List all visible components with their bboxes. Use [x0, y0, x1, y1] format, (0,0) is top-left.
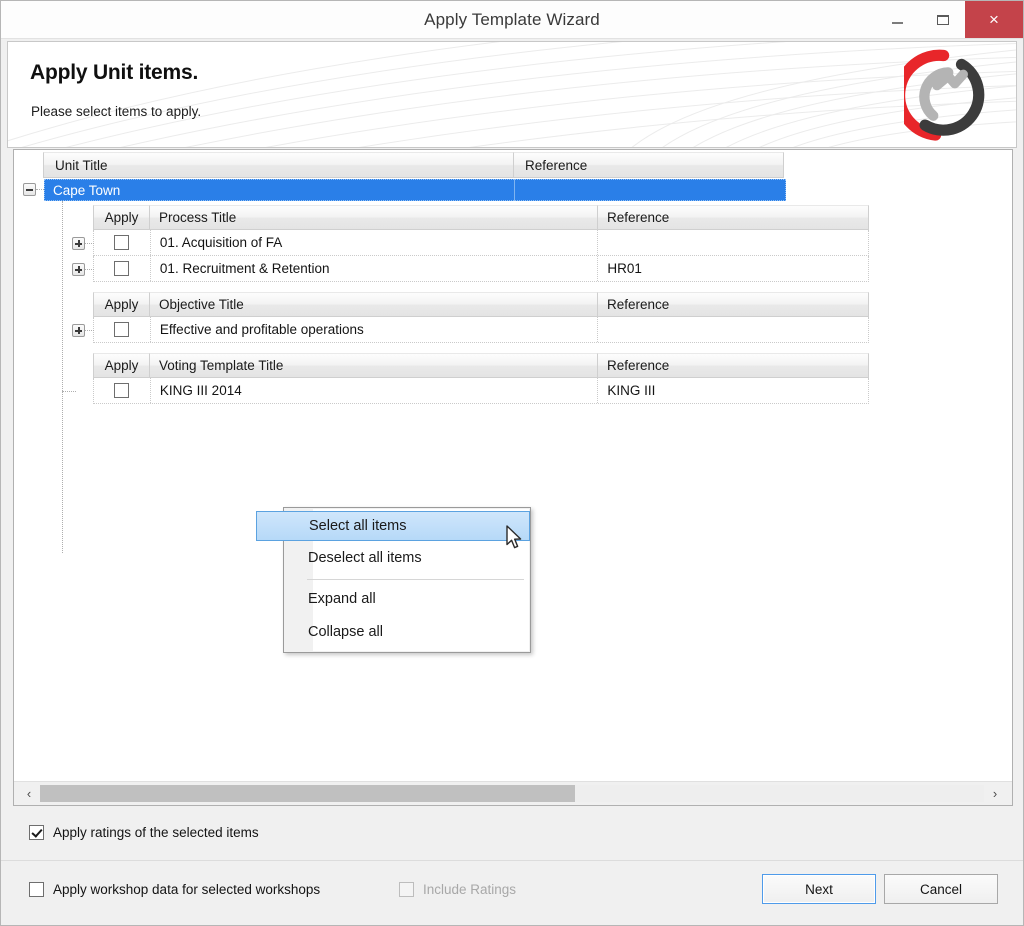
menu-separator: [307, 579, 524, 580]
include-ratings-checkbox: [399, 882, 414, 897]
tree-connector: [62, 391, 76, 393]
cancel-button[interactable]: Cancel: [884, 874, 998, 904]
company-logo-icon: [904, 49, 985, 141]
minimize-button[interactable]: [875, 1, 920, 38]
menu-item-collapse-all[interactable]: Collapse all: [256, 617, 530, 647]
menu-item-label: Collapse all: [308, 624, 383, 640]
root-row-divider: [514, 179, 515, 201]
scroll-right-arrow-icon[interactable]: ›: [984, 782, 1006, 805]
tree-connector: [85, 330, 94, 332]
apply-workshop-row[interactable]: Apply workshop data for selected worksho…: [29, 882, 320, 897]
group-voting-template: Apply Voting Template Title Reference KI…: [93, 353, 869, 404]
menu-item-label: Expand all: [308, 591, 376, 607]
row-expander-plus-icon[interactable]: [72, 237, 85, 250]
footer: Apply ratings of the selected items Appl…: [1, 807, 1023, 925]
menu-item-label: Deselect all items: [308, 550, 422, 566]
items-tree-panel: Unit Title Reference Cape Town Apply Pro…: [13, 149, 1013, 806]
row-checkbox[interactable]: [114, 235, 130, 250]
menu-item-expand-all[interactable]: Expand all: [256, 584, 530, 614]
row-checkbox[interactable]: [114, 383, 130, 398]
table-row[interactable]: 01. Recruitment & Retention HR01: [93, 256, 869, 282]
apply-ratings-checkbox[interactable]: [29, 825, 44, 840]
wizard-banner: Apply Unit items. Please select items to…: [7, 41, 1017, 148]
column-header-voting-reference[interactable]: Reference: [598, 353, 869, 378]
row-reference: HR01: [607, 261, 642, 276]
apply-cell: [94, 378, 151, 403]
group-voting-headers: Apply Voting Template Title Reference: [93, 353, 869, 378]
apply-ratings-row[interactable]: Apply ratings of the selected items: [29, 825, 259, 840]
table-row[interactable]: 01. Acquisition of FA: [93, 230, 869, 256]
row-title: Effective and profitable operations: [151, 317, 599, 342]
column-header-objective-reference[interactable]: Reference: [598, 292, 869, 317]
tree-trunk-line: [62, 201, 64, 553]
tree-connector: [36, 189, 44, 191]
column-header-process-reference[interactable]: Reference: [598, 205, 869, 230]
horizontal-scrollbar[interactable]: ‹ ›: [14, 781, 1012, 805]
menu-item-deselect-all[interactable]: Deselect all items: [256, 543, 530, 573]
apply-cell: [94, 256, 151, 281]
tree-scroll-area[interactable]: Unit Title Reference Cape Town Apply Pro…: [14, 150, 1012, 781]
column-header-objective-title[interactable]: Objective Title: [150, 292, 598, 317]
row-title: 01. Acquisition of FA: [151, 230, 599, 255]
apply-cell: [94, 317, 151, 342]
maximize-button[interactable]: [920, 1, 965, 38]
column-header-apply[interactable]: Apply: [93, 205, 150, 230]
root-expander-minus-icon[interactable]: [23, 183, 36, 196]
apply-cell: [94, 230, 151, 255]
group-process-headers: Apply Process Title Reference: [93, 205, 869, 230]
apply-ratings-label: Apply ratings of the selected items: [53, 825, 259, 840]
row-reference: KING III: [607, 383, 656, 398]
row-expander-plus-icon[interactable]: [72, 263, 85, 276]
row-title: 01. Recruitment & Retention: [151, 256, 599, 281]
minimize-icon: [892, 22, 903, 24]
row-title: KING III 2014: [151, 378, 599, 403]
page-title: Apply Unit items.: [30, 61, 199, 84]
row-reference: [598, 317, 868, 342]
title-bar: Apply Template Wizard ×: [1, 1, 1023, 39]
root-row-label: Cape Town: [53, 182, 121, 198]
scrollbar-thumb[interactable]: [40, 785, 575, 802]
table-row[interactable]: Effective and profitable operations: [93, 317, 869, 343]
tree-connector: [85, 269, 94, 271]
row-checkbox[interactable]: [114, 322, 130, 337]
menu-item-label: Select all items: [309, 518, 407, 534]
row-checkbox[interactable]: [114, 261, 130, 276]
maximize-icon: [936, 14, 949, 25]
apply-template-wizard-window: Apply Template Wizard × Apply Unit items…: [0, 0, 1024, 926]
group-objective-headers: Apply Objective Title Reference: [93, 292, 869, 317]
column-header-process-title[interactable]: Process Title: [150, 205, 598, 230]
column-header-reference[interactable]: Reference: [514, 152, 784, 178]
window-controls: ×: [875, 1, 1023, 38]
column-header-voting-template-title[interactable]: Voting Template Title: [150, 353, 598, 378]
menu-item-select-all[interactable]: Select all items: [256, 511, 530, 541]
row-reference: [598, 230, 868, 255]
next-button[interactable]: Next: [762, 874, 876, 904]
scroll-left-arrow-icon[interactable]: ‹: [18, 782, 40, 805]
tree-connector: [85, 243, 94, 245]
tree-root-row[interactable]: Cape Town: [44, 179, 786, 201]
include-ratings-row: Include Ratings: [399, 882, 516, 897]
window-title: Apply Template Wizard: [424, 10, 600, 29]
root-column-headers: Unit Title Reference: [43, 152, 784, 178]
table-row[interactable]: KING III 2014 KING III: [93, 378, 869, 404]
column-header-unit-title[interactable]: Unit Title: [43, 152, 514, 178]
apply-workshop-label: Apply workshop data for selected worksho…: [53, 882, 321, 897]
column-header-apply[interactable]: Apply: [93, 292, 150, 317]
group-objective: Apply Objective Title Reference Effectiv…: [93, 292, 869, 343]
group-process: Apply Process Title Reference 01. Acquis…: [93, 205, 869, 282]
close-button[interactable]: ×: [965, 1, 1023, 38]
apply-workshop-checkbox[interactable]: [29, 882, 44, 897]
banner-watermark: [8, 42, 1016, 147]
context-menu-items: Select all items Deselect all items Expa…: [256, 509, 530, 652]
include-ratings-label: Include Ratings: [423, 882, 517, 897]
page-subtitle: Please select items to apply.: [31, 104, 202, 119]
context-menu[interactable]: Select all items Deselect all items Expa…: [256, 507, 531, 653]
footer-divider: [1, 860, 1023, 861]
row-expander-plus-icon[interactable]: [72, 324, 85, 337]
column-header-apply[interactable]: Apply: [93, 353, 150, 378]
